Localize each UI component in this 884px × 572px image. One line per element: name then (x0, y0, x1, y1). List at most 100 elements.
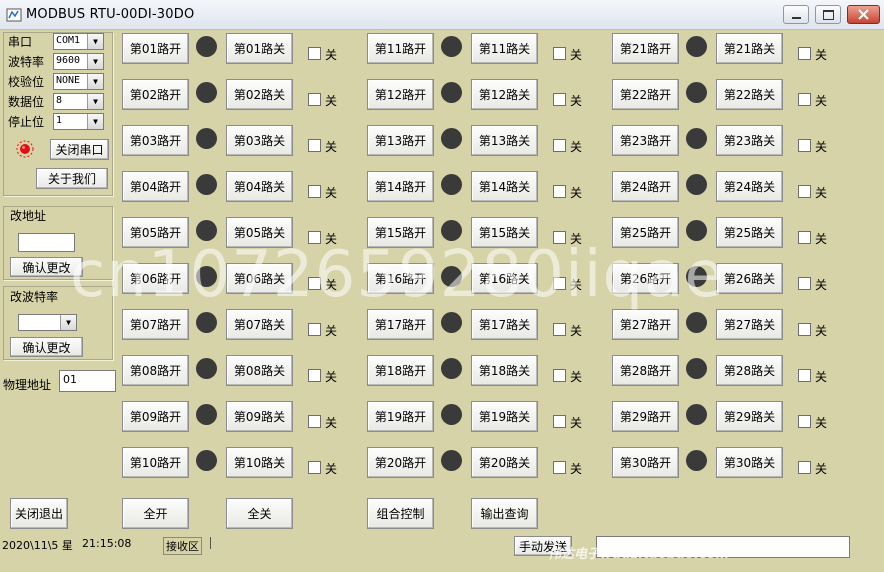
channel-on-button[interactable]: 第07路开 (122, 309, 189, 340)
channel-off-button[interactable]: 第15路关 (471, 217, 538, 248)
channel-checkbox[interactable] (308, 231, 321, 244)
channel-checkbox[interactable] (308, 93, 321, 106)
channel-checkbox[interactable] (798, 47, 811, 60)
channel-off-button[interactable]: 第03路关 (226, 125, 293, 156)
channel-checkbox[interactable] (308, 461, 321, 474)
channel-off-button[interactable]: 第29路关 (716, 401, 783, 432)
channel-off-button[interactable]: 第27路关 (716, 309, 783, 340)
channel-on-button[interactable]: 第08路开 (122, 355, 189, 386)
channel-checkbox[interactable] (798, 323, 811, 336)
channel-off-button[interactable]: 第26路关 (716, 263, 783, 294)
channel-on-button[interactable]: 第05路开 (122, 217, 189, 248)
channel-checkbox[interactable] (798, 277, 811, 290)
close-icon[interactable] (847, 5, 880, 24)
channel-checkbox[interactable] (553, 369, 566, 382)
channel-on-button[interactable]: 第20路开 (367, 447, 434, 478)
channel-checkbox[interactable] (308, 369, 321, 382)
channel-off-button[interactable]: 第01路关 (226, 33, 293, 64)
stopbits-select[interactable]: 1 ▼ (53, 113, 104, 130)
channel-on-button[interactable]: 第21路开 (612, 33, 679, 64)
channel-on-button[interactable]: 第13路开 (367, 125, 434, 156)
channel-on-button[interactable]: 第01路开 (122, 33, 189, 64)
channel-on-button[interactable]: 第29路开 (612, 401, 679, 432)
channel-off-button[interactable]: 第10路关 (226, 447, 293, 478)
new-address-input[interactable] (18, 233, 75, 252)
channel-checkbox[interactable] (798, 369, 811, 382)
baud-select[interactable]: 9600 ▼ (53, 53, 104, 70)
channel-off-button[interactable]: 第02路关 (226, 79, 293, 110)
channel-checkbox[interactable] (308, 323, 321, 336)
channel-off-button[interactable]: 第12路关 (471, 79, 538, 110)
channel-off-button[interactable]: 第05路关 (226, 217, 293, 248)
channel-checkbox[interactable] (798, 231, 811, 244)
channel-checkbox[interactable] (798, 139, 811, 152)
channel-checkbox[interactable] (553, 47, 566, 60)
channel-off-button[interactable]: 第30路关 (716, 447, 783, 478)
channel-checkbox[interactable] (553, 185, 566, 198)
channel-on-button[interactable]: 第25路开 (612, 217, 679, 248)
channel-off-button[interactable]: 第17路关 (471, 309, 538, 340)
channel-off-button[interactable]: 第06路关 (226, 263, 293, 294)
channel-off-button[interactable]: 第19路关 (471, 401, 538, 432)
channel-on-button[interactable]: 第22路开 (612, 79, 679, 110)
channel-off-button[interactable]: 第13路关 (471, 125, 538, 156)
confirm-baud-button[interactable]: 确认更改 (10, 337, 83, 357)
channel-checkbox[interactable] (798, 415, 811, 428)
channel-off-button[interactable]: 第18路关 (471, 355, 538, 386)
channel-checkbox[interactable] (553, 139, 566, 152)
channel-off-button[interactable]: 第23路关 (716, 125, 783, 156)
channel-off-button[interactable]: 第04路关 (226, 171, 293, 202)
channel-checkbox[interactable] (553, 461, 566, 474)
channel-on-button[interactable]: 第27路开 (612, 309, 679, 340)
channel-on-button[interactable]: 第04路开 (122, 171, 189, 202)
channel-on-button[interactable]: 第16路开 (367, 263, 434, 294)
channel-checkbox[interactable] (308, 139, 321, 152)
channel-on-button[interactable]: 第09路开 (122, 401, 189, 432)
channel-checkbox[interactable] (308, 47, 321, 60)
output-query-button[interactable]: 输出查询 (471, 498, 538, 529)
channel-off-button[interactable]: 第24路关 (716, 171, 783, 202)
channel-off-button[interactable]: 第09路关 (226, 401, 293, 432)
channel-off-button[interactable]: 第20路关 (471, 447, 538, 478)
channel-on-button[interactable]: 第23路开 (612, 125, 679, 156)
channel-checkbox[interactable] (553, 277, 566, 290)
channel-on-button[interactable]: 第18路开 (367, 355, 434, 386)
channel-on-button[interactable]: 第26路开 (612, 263, 679, 294)
port-select[interactable]: COM1 ▼ (53, 33, 104, 50)
all-on-button[interactable]: 全开 (122, 498, 189, 529)
confirm-address-button[interactable]: 确认更改 (10, 257, 83, 277)
channel-on-button[interactable]: 第10路开 (122, 447, 189, 478)
maximize-icon[interactable] (815, 5, 841, 24)
channel-checkbox[interactable] (553, 231, 566, 244)
parity-select[interactable]: NONE ▼ (53, 73, 104, 90)
channel-checkbox[interactable] (553, 415, 566, 428)
channel-on-button[interactable]: 第06路开 (122, 263, 189, 294)
all-off-button[interactable]: 全关 (226, 498, 293, 529)
channel-checkbox[interactable] (308, 415, 321, 428)
channel-off-button[interactable]: 第21路关 (716, 33, 783, 64)
channel-checkbox[interactable] (798, 185, 811, 198)
channel-on-button[interactable]: 第03路开 (122, 125, 189, 156)
channel-on-button[interactable]: 第11路开 (367, 33, 434, 64)
about-button[interactable]: 关于我们 (36, 168, 108, 189)
combo-control-button[interactable]: 组合控制 (367, 498, 434, 529)
close-port-button[interactable]: 关闭串口 (50, 139, 109, 160)
channel-checkbox[interactable] (553, 323, 566, 336)
channel-off-button[interactable]: 第07路关 (226, 309, 293, 340)
channel-off-button[interactable]: 第11路关 (471, 33, 538, 64)
channel-off-button[interactable]: 第28路关 (716, 355, 783, 386)
channel-on-button[interactable]: 第28路开 (612, 355, 679, 386)
channel-checkbox[interactable] (308, 277, 321, 290)
channel-off-button[interactable]: 第08路关 (226, 355, 293, 386)
channel-off-button[interactable]: 第25路关 (716, 217, 783, 248)
channel-on-button[interactable]: 第02路开 (122, 79, 189, 110)
channel-on-button[interactable]: 第19路开 (367, 401, 434, 432)
receive-area[interactable]: 接收区 (163, 537, 202, 555)
channel-on-button[interactable]: 第14路开 (367, 171, 434, 202)
minimize-icon[interactable] (783, 5, 809, 24)
channel-on-button[interactable]: 第15路开 (367, 217, 434, 248)
channel-checkbox[interactable] (553, 93, 566, 106)
channel-off-button[interactable]: 第16路关 (471, 263, 538, 294)
databits-select[interactable]: 8 ▼ (53, 93, 104, 110)
channel-checkbox[interactable] (798, 93, 811, 106)
